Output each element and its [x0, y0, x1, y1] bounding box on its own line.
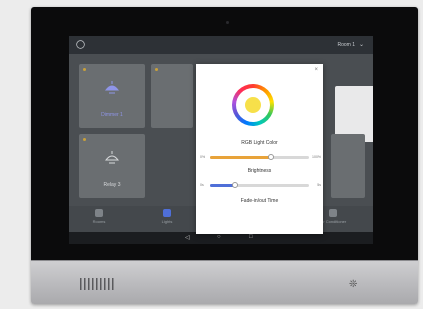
touch-screen: Room 1 ⌄ Dimmer 1 Relay 3 Rooms Lights A… — [69, 36, 373, 244]
color-slider-max: 100% — [312, 155, 321, 159]
color-slider-fill — [210, 156, 272, 159]
tab-label: Air Conditioner — [319, 219, 347, 224]
tab-label: Lights — [161, 219, 173, 224]
tab-rooms[interactable]: Rooms — [79, 209, 119, 224]
proximity-sensor-icon: ❊ — [349, 279, 358, 290]
air-conditioner-icon — [329, 209, 337, 217]
tab-lights[interactable]: Lights — [147, 209, 187, 224]
recent-apps-icon[interactable]: □ — [249, 234, 253, 240]
color-wheel-inner — [236, 88, 270, 122]
brightness-slider-thumb[interactable] — [231, 182, 238, 188]
ceiling-lamp-icon — [104, 81, 120, 94]
speaker-grille — [80, 278, 114, 290]
chevron-down-icon[interactable]: ⌄ — [359, 41, 364, 48]
home-nav-icon[interactable]: ○ — [217, 234, 221, 240]
room-selector[interactable]: Room 1 — [337, 42, 355, 48]
light-control-dialog: × RGB Light Color 0% 100% Brightness 0s — [196, 64, 323, 234]
back-icon[interactable]: ◁ — [185, 234, 190, 241]
fade-time-title: Fade-in/out Time — [240, 198, 279, 204]
color-slider-min: 0% — [200, 155, 206, 159]
status-dot — [83, 138, 86, 141]
home-icon[interactable] — [75, 39, 86, 50]
top-bar: Room 1 ⌄ — [69, 36, 373, 54]
tile-label: Dimmer 1 — [101, 112, 123, 118]
tile-relay-3[interactable]: Relay 3 — [79, 134, 145, 198]
color-slider[interactable] — [210, 154, 309, 160]
tile-right-lower[interactable] — [331, 134, 365, 198]
brightness-title: Brightness — [247, 168, 272, 174]
color-slider-thumb[interactable] — [268, 154, 275, 160]
brightness-slider-min: 0s — [200, 183, 204, 187]
tab-label: Rooms — [92, 219, 106, 224]
brightness-slider[interactable] — [210, 182, 309, 188]
status-dot — [155, 68, 158, 71]
brightness-slider-max: 5s — [317, 183, 321, 187]
color-wheel[interactable] — [232, 84, 274, 126]
rooms-icon — [95, 209, 103, 217]
lights-icon — [163, 209, 171, 217]
ceiling-lamp-icon — [104, 151, 120, 164]
screen-bezel: Room 1 ⌄ Dimmer 1 Relay 3 Rooms Lights A… — [31, 7, 418, 260]
tile-dimmer-1[interactable]: Dimmer 1 — [79, 64, 145, 128]
smart-panel-device: Room 1 ⌄ Dimmer 1 Relay 3 Rooms Lights A… — [31, 7, 418, 304]
selected-color-swatch — [245, 97, 261, 113]
tile-lamp[interactable] — [151, 64, 193, 128]
bottom-panel: ❊ — [31, 260, 418, 304]
close-icon[interactable]: × — [314, 67, 318, 73]
status-dot — [83, 68, 86, 71]
camera-dot — [226, 21, 229, 24]
tile-label: Relay 3 — [103, 182, 121, 188]
color-title: RGB Light Color — [241, 140, 278, 146]
